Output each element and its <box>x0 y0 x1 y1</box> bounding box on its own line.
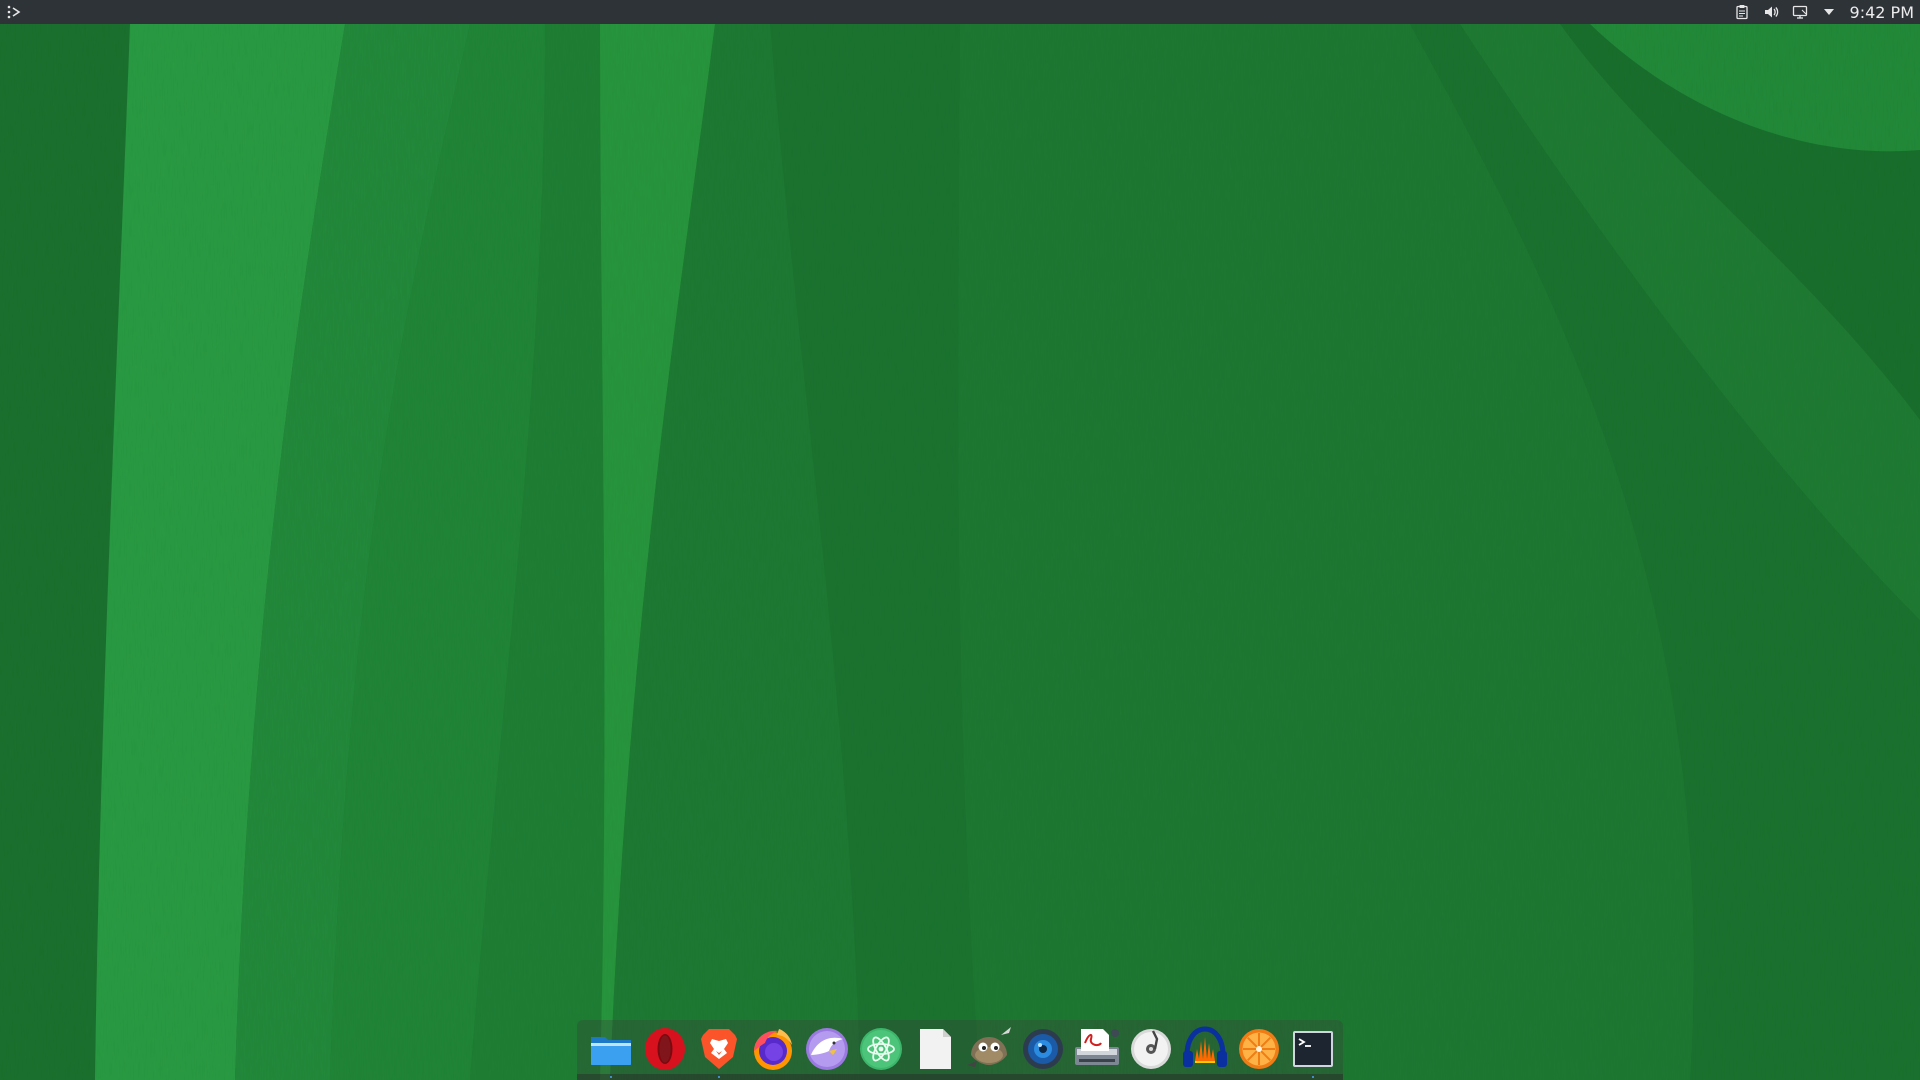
clipboard-icon <box>1735 5 1748 20</box>
text-document-icon <box>920 1029 951 1069</box>
app-launcher-button[interactable] <box>4 2 24 22</box>
expand-tray-icon <box>1823 9 1834 15</box>
dock-item-atom[interactable] <box>857 1025 905 1073</box>
dock-item-opera[interactable] <box>641 1025 689 1073</box>
gimp-icon <box>967 1027 1011 1067</box>
system-tray: 9:42 PM <box>1732 0 1920 24</box>
disc-burner-icon <box>1131 1029 1171 1069</box>
dock-item-firefox[interactable] <box>749 1025 797 1073</box>
dock-item-brave[interactable] <box>695 1025 743 1078</box>
dock-bottom-strip <box>577 1074 1343 1080</box>
dock-item-webcam[interactable] <box>1019 1025 1067 1073</box>
webcam-icon <box>1023 1029 1063 1069</box>
dock-item-audacity[interactable] <box>1181 1025 1229 1073</box>
brave-browser-icon <box>701 1029 737 1069</box>
panel-clock[interactable]: 9:42 PM <box>1850 3 1914 22</box>
opera-browser-icon <box>645 1028 685 1070</box>
top-panel: 9:42 PM <box>0 0 1920 24</box>
dock-item-terminal[interactable] <box>1289 1025 1337 1078</box>
atom-editor-icon <box>860 1028 902 1070</box>
display-button[interactable] <box>1790 2 1810 22</box>
orange-app-icon <box>1239 1029 1279 1069</box>
desktop-wallpaper <box>0 0 1920 1080</box>
clipboard-button[interactable] <box>1732 2 1752 22</box>
expand-tray-button[interactable] <box>1819 2 1839 22</box>
dock-item-disc-burner[interactable] <box>1127 1025 1175 1073</box>
dock-item-text-editor[interactable] <box>911 1025 959 1073</box>
firefox-browser-icon <box>754 1029 792 1070</box>
app-launcher-icon <box>7 5 21 19</box>
running-indicator <box>718 1076 720 1078</box>
dock-item-pdf-tool[interactable] <box>1073 1025 1121 1073</box>
audacity-icon <box>1183 1026 1227 1067</box>
dock-item-gimp[interactable] <box>965 1025 1013 1073</box>
dock <box>577 1020 1343 1080</box>
file-manager-icon <box>591 1037 631 1065</box>
dock-item-orange-app[interactable] <box>1235 1025 1283 1073</box>
display-icon <box>1792 5 1807 19</box>
running-indicator <box>610 1076 612 1078</box>
volume-button[interactable] <box>1761 2 1781 22</box>
running-indicator <box>1312 1076 1314 1078</box>
terminal-icon <box>1293 1031 1333 1067</box>
pdf-scanner-icon <box>1075 1029 1119 1065</box>
eagle-app-icon <box>806 1028 848 1070</box>
dock-item-file-manager[interactable] <box>587 1025 635 1078</box>
volume-icon <box>1764 6 1778 18</box>
dock-item-eagle[interactable] <box>803 1025 851 1073</box>
